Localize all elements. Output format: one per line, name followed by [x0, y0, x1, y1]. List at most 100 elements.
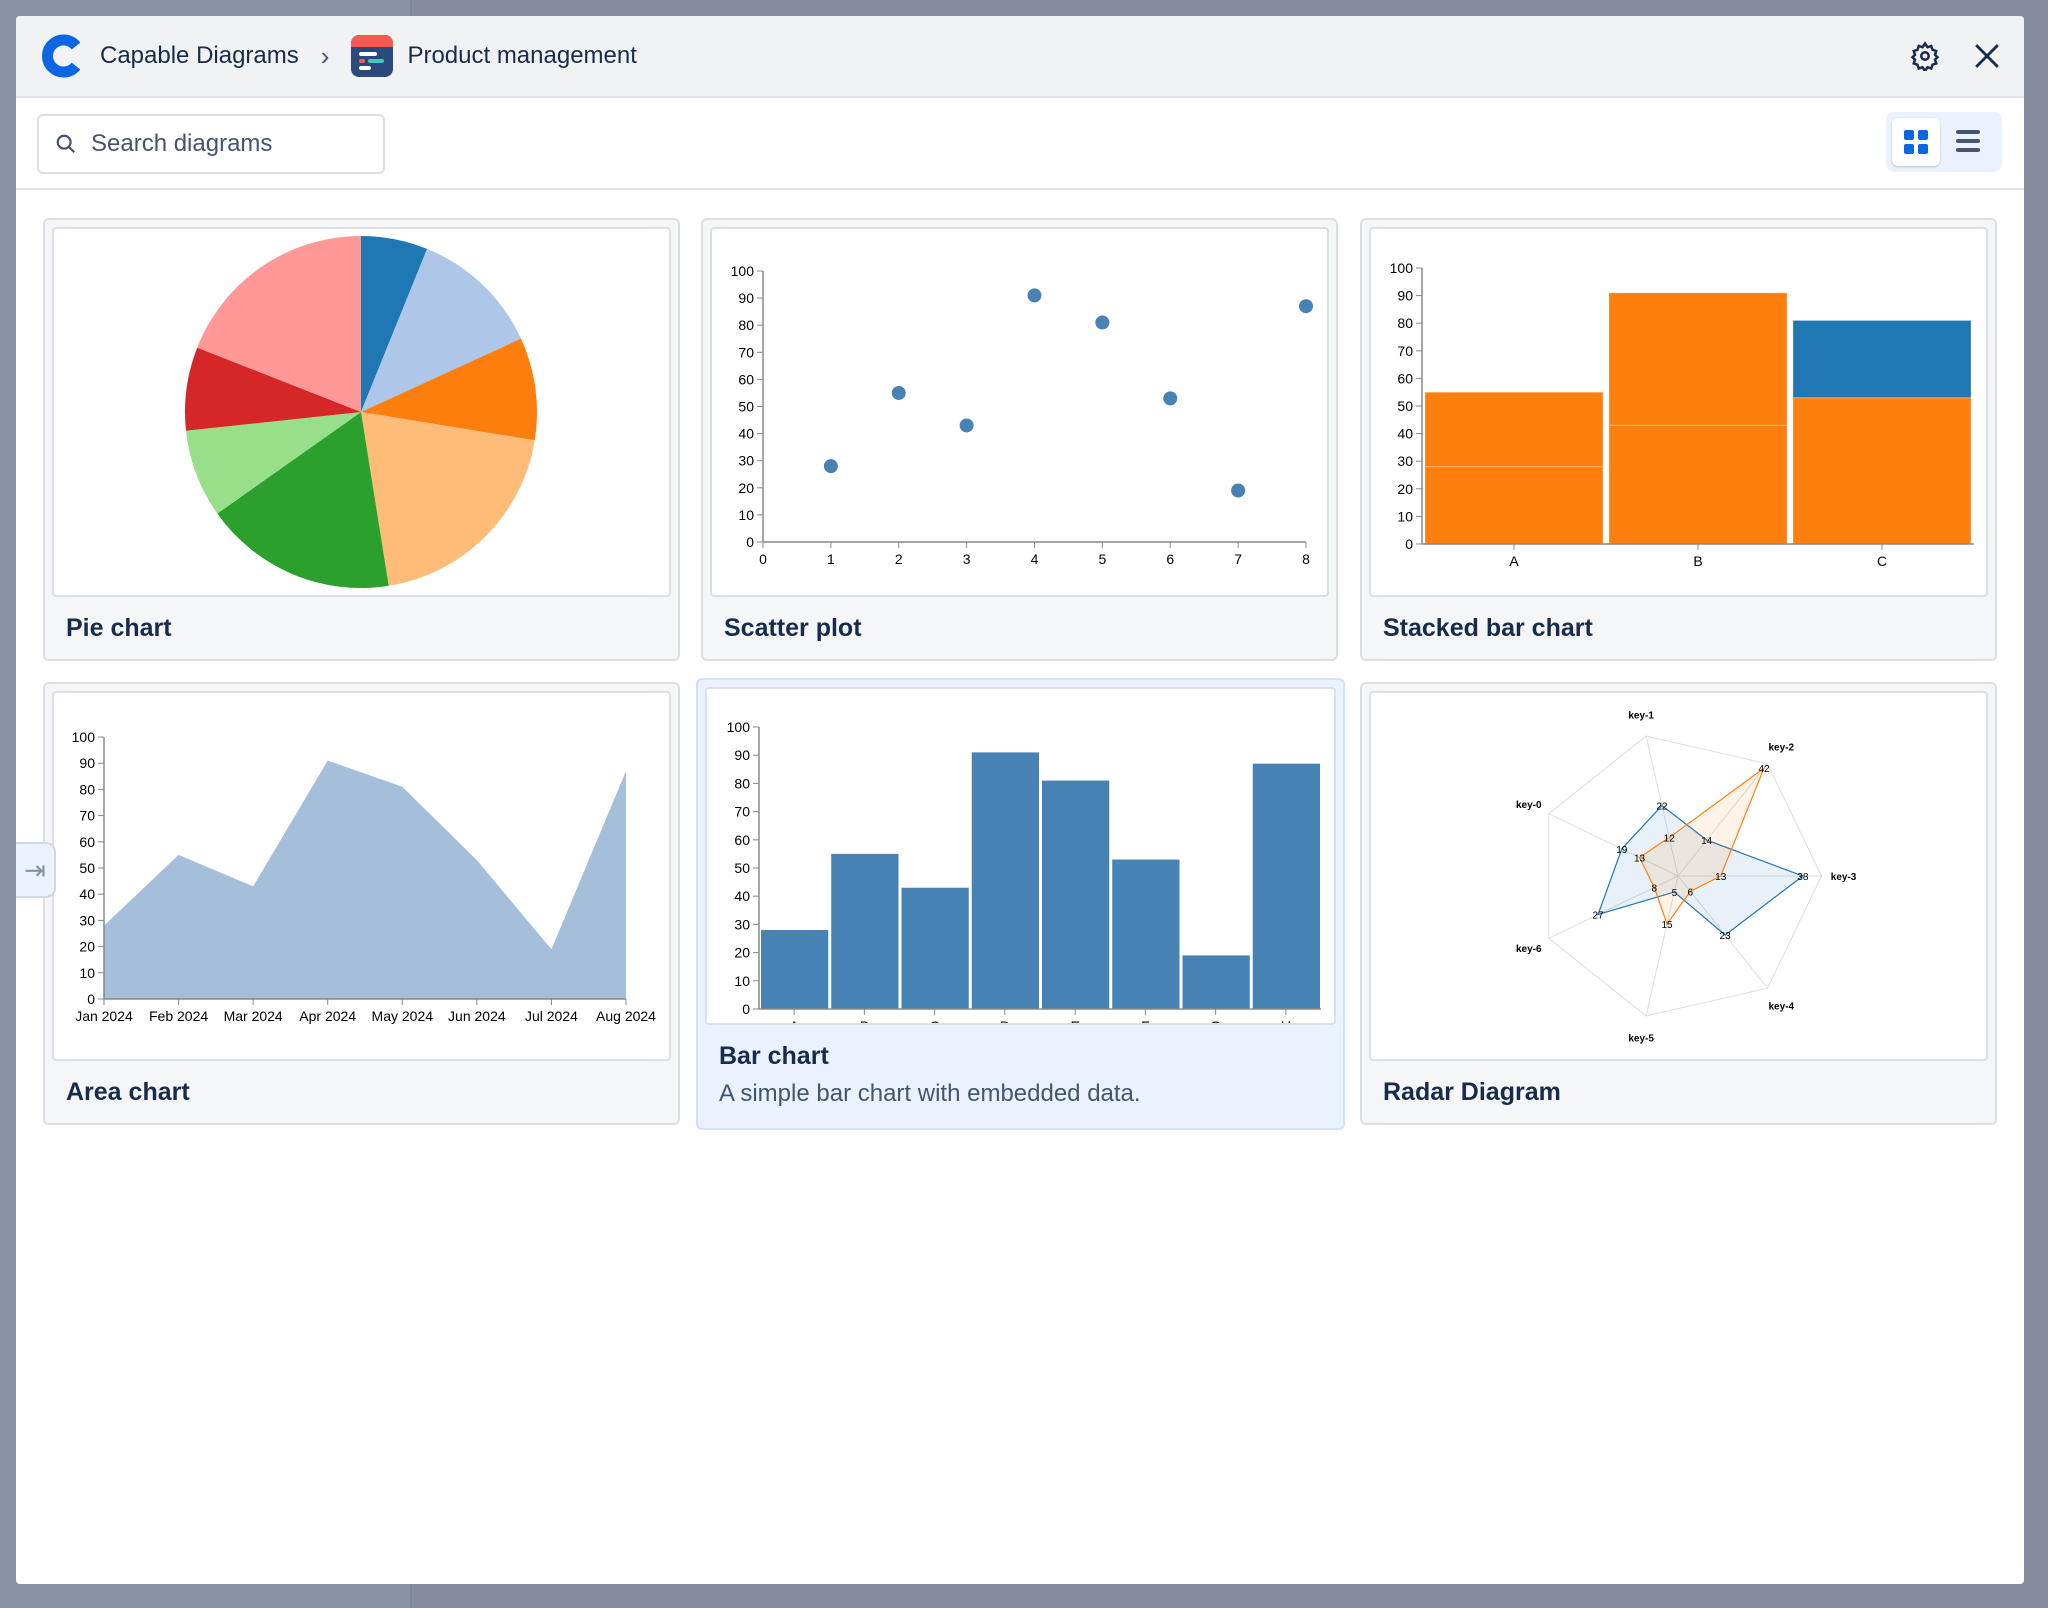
x-tick-label: A — [789, 1018, 799, 1023]
y-tick-label: 10 — [734, 973, 750, 989]
y-tick-label: 60 — [734, 832, 750, 848]
y-tick-label: 70 — [738, 344, 754, 360]
search-field[interactable] — [37, 114, 385, 174]
close-icon[interactable] — [1974, 43, 2000, 69]
stacked-bar-chart: A B C 0 10 20 30 40 50 60 70 80 90 100 — [1390, 260, 1974, 569]
stacked-bar-segment — [1424, 391, 1604, 468]
y-tick-label: 20 — [79, 939, 95, 955]
radar-value-label: 22 — [1656, 802, 1668, 813]
x-tick-label: 6 — [1166, 551, 1174, 567]
card-title: Scatter plot — [724, 614, 862, 642]
y-tick-label: 20 — [1397, 481, 1413, 497]
y-tick-label: 50 — [738, 399, 754, 415]
radar-axis-label: key-1 — [1628, 711, 1654, 722]
stacked-bar-segment — [1608, 292, 1788, 426]
y-tick-label: 100 — [72, 729, 96, 745]
y-tick-label: 40 — [79, 886, 95, 902]
y-tick-label: 40 — [734, 888, 750, 904]
x-tick-label: 7 — [1234, 551, 1242, 567]
y-tick-label: 20 — [738, 480, 754, 496]
x-tick-label: Jul 2024 — [525, 1008, 578, 1024]
product-management-icon — [351, 35, 394, 77]
scatter-point — [891, 385, 906, 400]
expand-arrow-icon: ⇥ — [24, 854, 46, 885]
area-chart: 0 10 20 30 40 50 60 70 80 90 100 Jan 2024 Feb 2024 Ma… — [72, 729, 657, 1024]
diagram-picker-modal: Capable Diagrams › Product management Pi… — [16, 16, 2024, 1584]
x-tick-label: C — [930, 1018, 940, 1023]
radar-axis-label: key-6 — [1516, 944, 1542, 955]
y-tick-label: 70 — [734, 804, 750, 820]
y-tick-label: 50 — [1397, 398, 1413, 414]
scatter-point — [1163, 391, 1178, 406]
bar — [1252, 763, 1320, 1009]
view-toggle — [1886, 112, 2002, 172]
grid-view-button[interactable] — [1892, 118, 1940, 166]
radar-value-label: 19 — [1616, 845, 1628, 856]
chevron-right-icon: › — [320, 40, 330, 71]
area-series — [104, 760, 626, 999]
x-tick-label: D — [1000, 1018, 1010, 1023]
pie-chart — [185, 236, 537, 588]
radar-value-label: 38 — [1797, 872, 1809, 883]
card-title: Pie chart — [66, 614, 172, 642]
capable-diagrams-logo — [42, 34, 81, 78]
y-tick-label: 90 — [1397, 288, 1413, 304]
card-title: Stacked bar chart — [1383, 614, 1593, 642]
radar-value-label: 27 — [1593, 910, 1605, 921]
toolbar — [16, 98, 2024, 190]
diagram-card-bar[interactable]: A B C D E F G H 0 10 20 30 40 50 60 70 80 90 100 Bar chart… — [696, 678, 1345, 1130]
radar-axis-label: key-4 — [1768, 1001, 1794, 1012]
y-tick-label: 30 — [734, 916, 750, 932]
y-tick-label: 100 — [727, 719, 751, 735]
radar-axis-label: key-3 — [1831, 872, 1857, 883]
radar-value-label: 13 — [1634, 853, 1646, 864]
y-tick-label: 10 — [79, 965, 95, 981]
search-input[interactable] — [91, 130, 371, 158]
diagram-card-stacked-bar[interactable]: A B C 0 10 20 30 40 50 60 70 80 90 100 Stacked bar ch… — [1360, 218, 1997, 661]
y-tick-label: 30 — [738, 453, 754, 469]
y-tick-label: 70 — [79, 808, 95, 824]
y-tick-label: 0 — [87, 991, 95, 1007]
list-view-button[interactable] — [1956, 128, 1982, 154]
x-tick-label: H — [1281, 1018, 1291, 1023]
scatter-point — [1095, 315, 1110, 330]
y-tick-label: 90 — [734, 747, 750, 763]
y-tick-label: 60 — [738, 371, 754, 387]
y-tick-label: 30 — [79, 912, 95, 928]
stacked-bar-segment — [1792, 319, 1972, 399]
card-description: A simple bar chart with embedded data. — [719, 1080, 1141, 1107]
scatter-point — [823, 459, 838, 474]
x-tick-label: Jan 2024 — [75, 1008, 133, 1024]
sidebar-expand-button[interactable]: ⇥ — [16, 842, 56, 898]
x-tick-label: 5 — [1098, 551, 1106, 567]
gear-icon[interactable] — [1910, 41, 1940, 71]
y-tick-label: 20 — [734, 945, 750, 961]
bar — [1112, 859, 1180, 1009]
y-tick-label: 50 — [734, 860, 750, 876]
scatter-point — [1027, 288, 1042, 303]
x-tick-label: 2 — [895, 551, 903, 567]
y-tick-label: 80 — [79, 781, 95, 797]
x-tick-label: F — [1141, 1018, 1150, 1023]
diagram-card-radar[interactable]: key-0 key-1 key-2 key-3 key-4 key-5 key-6 19 22 1… — [1360, 682, 1997, 1125]
breadcrumb-project[interactable]: Product management — [407, 42, 636, 70]
y-tick-label: 0 — [1405, 536, 1413, 552]
diagram-card-area[interactable]: 0 10 20 30 40 50 60 70 80 90 100 Jan 2024 Feb 2024 Ma… — [43, 682, 680, 1125]
y-tick-label: 40 — [738, 426, 754, 442]
breadcrumb-app[interactable]: Capable Diagrams — [100, 42, 299, 70]
diagram-card-scatter[interactable]: 0 10 20 30 40 50 60 70 80 90 100 0 1 2 3 4 5 6 7 8 Scatter … — [701, 218, 1338, 661]
radar-value-label: 13 — [1715, 872, 1727, 883]
diagram-card-pie[interactable]: Pie chart — [43, 218, 680, 661]
x-tick-label: 3 — [963, 551, 971, 567]
scatter-point — [959, 418, 974, 433]
y-tick-label: 30 — [1397, 453, 1413, 469]
x-tick-label: Aug 2024 — [596, 1008, 656, 1024]
pie-slice — [361, 412, 535, 586]
card-title: Area chart — [66, 1078, 190, 1106]
radar-axis-label: key-0 — [1516, 800, 1542, 811]
y-tick-label: 90 — [738, 290, 754, 306]
y-tick-label: 0 — [742, 1001, 750, 1017]
y-tick-label: 40 — [1397, 426, 1413, 442]
bar — [971, 752, 1039, 1009]
card-title: Bar chart — [719, 1042, 829, 1070]
